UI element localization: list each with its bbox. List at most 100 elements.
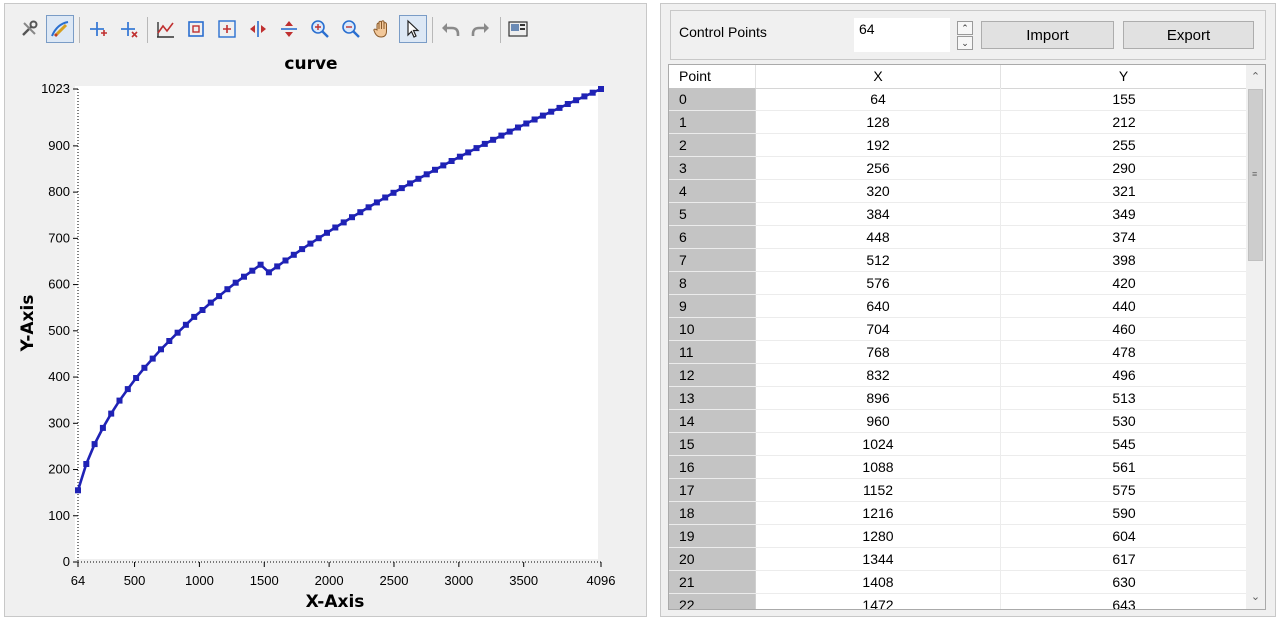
import-button[interactable]: Import	[981, 21, 1114, 49]
data-point[interactable]	[473, 145, 480, 152]
data-point[interactable]	[116, 397, 123, 404]
cell-point[interactable]: 13	[669, 387, 756, 409]
cell-x[interactable]: 256	[756, 157, 1001, 179]
cell-point[interactable]: 2	[669, 134, 756, 156]
data-point[interactable]	[539, 112, 546, 119]
zoom-box-button[interactable]	[182, 15, 210, 43]
cell-point[interactable]: 14	[669, 410, 756, 432]
cell-y[interactable]: 349	[1001, 203, 1247, 225]
header-y[interactable]: Y	[1001, 65, 1247, 88]
cell-y[interactable]: 496	[1001, 364, 1247, 386]
cell-y[interactable]: 398	[1001, 249, 1247, 271]
data-point[interactable]	[465, 149, 472, 156]
table-row[interactable]: 9 640 440	[669, 295, 1247, 318]
data-point[interactable]	[398, 185, 405, 192]
cell-x[interactable]: 320	[756, 180, 1001, 202]
scroll-up-arrow-icon[interactable]: ⌃	[1246, 67, 1265, 87]
cell-point[interactable]: 4	[669, 180, 756, 202]
cell-x[interactable]: 832	[756, 364, 1001, 386]
table-row[interactable]: 11 768 478	[669, 341, 1247, 364]
data-point[interactable]	[282, 257, 289, 264]
cell-y[interactable]: 460	[1001, 318, 1247, 340]
spin-down-button[interactable]: ⌄	[957, 36, 973, 50]
data-point[interactable]	[108, 410, 115, 417]
table-row[interactable]: 12 832 496	[669, 364, 1247, 387]
table-row[interactable]: 8 576 420	[669, 272, 1247, 295]
cell-x[interactable]: 448	[756, 226, 1001, 248]
cell-x[interactable]: 576	[756, 272, 1001, 294]
cell-y[interactable]: 530	[1001, 410, 1247, 432]
data-point[interactable]	[523, 120, 530, 127]
control-points-input[interactable]: 64	[854, 18, 950, 52]
zoom-horizontal-button[interactable]	[244, 15, 272, 43]
table-scrollbar[interactable]: ⌃ ≡ ⌄	[1246, 65, 1265, 609]
data-point[interactable]	[241, 273, 247, 280]
cell-x[interactable]: 1280	[756, 525, 1001, 547]
autoscale-button[interactable]	[151, 15, 179, 43]
cell-x[interactable]: 768	[756, 341, 1001, 363]
cell-point[interactable]: 17	[669, 479, 756, 501]
data-point[interactable]	[207, 299, 214, 306]
data-point[interactable]	[265, 269, 272, 276]
data-point[interactable]	[481, 140, 488, 147]
data-point[interactable]	[232, 279, 239, 286]
cell-y[interactable]: 604	[1001, 525, 1247, 547]
table-row[interactable]: 18 1216 590	[669, 502, 1247, 525]
data-point[interactable]	[498, 132, 505, 139]
data-point[interactable]	[573, 97, 580, 104]
curve-edit-button[interactable]	[46, 15, 74, 43]
pan-hand-button[interactable]	[368, 15, 396, 43]
data-point[interactable]	[141, 364, 148, 371]
data-point[interactable]	[299, 246, 306, 253]
scroll-thumb[interactable]: ≡	[1248, 89, 1263, 261]
pointer-arrow-button[interactable]	[399, 15, 427, 43]
plot-area[interactable]	[75, 86, 598, 559]
table-row[interactable]: 1 128 212	[669, 111, 1247, 134]
cell-point[interactable]: 1	[669, 111, 756, 133]
delete-point-button[interactable]	[114, 15, 142, 43]
export-button[interactable]: Export	[1123, 21, 1254, 49]
table-row[interactable]: 10 704 460	[669, 318, 1247, 341]
cell-y[interactable]: 321	[1001, 180, 1247, 202]
data-point[interactable]	[506, 128, 513, 135]
cell-x[interactable]: 512	[756, 249, 1001, 271]
cell-point[interactable]: 10	[669, 318, 756, 340]
data-point[interactable]	[182, 321, 189, 328]
data-point[interactable]	[556, 104, 563, 111]
table-row[interactable]: 16 1088 561	[669, 456, 1247, 479]
cell-y[interactable]: 255	[1001, 134, 1247, 156]
cell-x[interactable]: 704	[756, 318, 1001, 340]
data-point[interactable]	[191, 313, 198, 320]
save-image-button[interactable]	[504, 15, 532, 43]
cell-x[interactable]: 192	[756, 134, 1001, 156]
data-point[interactable]	[290, 251, 297, 258]
cell-x[interactable]: 1344	[756, 548, 1001, 570]
data-point[interactable]	[166, 338, 173, 344]
data-point[interactable]	[548, 108, 555, 115]
data-point[interactable]	[75, 487, 81, 494]
cell-point[interactable]: 21	[669, 571, 756, 593]
cell-point[interactable]: 6	[669, 226, 756, 248]
data-point[interactable]	[382, 194, 389, 201]
settings-tools-button[interactable]	[15, 15, 43, 43]
cell-x[interactable]: 384	[756, 203, 1001, 225]
table-row[interactable]: 13 896 513	[669, 387, 1247, 410]
data-point[interactable]	[199, 307, 206, 313]
cell-point[interactable]: 19	[669, 525, 756, 547]
data-point[interactable]	[249, 267, 256, 274]
cell-x[interactable]: 640	[756, 295, 1001, 317]
cell-x[interactable]: 960	[756, 410, 1001, 432]
cell-point[interactable]: 22	[669, 594, 756, 609]
data-point[interactable]	[423, 171, 430, 178]
table-row[interactable]: 20 1344 617	[669, 548, 1247, 571]
table-row[interactable]: 14 960 530	[669, 410, 1247, 433]
cell-x[interactable]: 1152	[756, 479, 1001, 501]
cell-x[interactable]: 1024	[756, 433, 1001, 455]
cell-x[interactable]: 128	[756, 111, 1001, 133]
data-point[interactable]	[340, 219, 347, 226]
data-point[interactable]	[373, 199, 380, 206]
cell-point[interactable]: 9	[669, 295, 756, 317]
redo-button[interactable]	[467, 15, 495, 43]
data-point[interactable]	[581, 93, 588, 100]
cell-y[interactable]: 617	[1001, 548, 1247, 570]
